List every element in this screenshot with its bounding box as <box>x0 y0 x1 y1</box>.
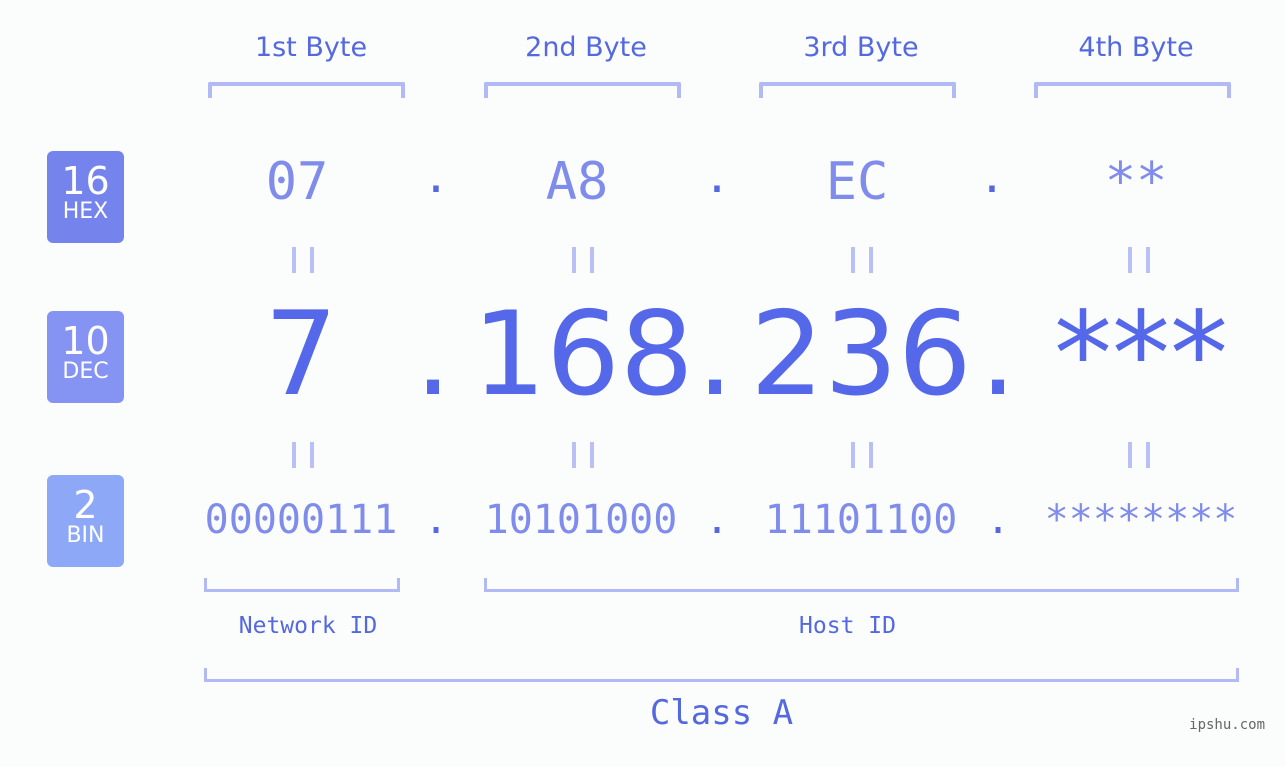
byte-label-1: 1st Byte <box>254 32 368 63</box>
watermark: ipshu.com <box>1189 717 1265 733</box>
bin-badge-base: 2 <box>73 483 98 527</box>
byte-bracket-4 <box>1034 82 1231 98</box>
class-label: Class A <box>649 693 794 733</box>
hex-separator-3: . <box>978 152 1006 203</box>
bin-byte-2: 10101000 <box>484 497 678 543</box>
equals-icon <box>851 247 873 273</box>
bin-separator-2: . <box>704 497 730 543</box>
bin-byte-3: 11101100 <box>764 497 958 543</box>
bin-byte-1: 00000111 <box>204 497 398 543</box>
byte-bracket-3 <box>759 82 956 98</box>
byte-bracket-2 <box>484 82 681 98</box>
byte-label-2: 2nd Byte <box>525 32 647 63</box>
dec-byte-4: *** <box>1054 287 1228 422</box>
dec-badge-base: 10 <box>61 319 110 363</box>
dec-badge: 10 DEC <box>47 311 124 403</box>
class-bracket <box>204 668 1239 682</box>
bin-badge-label: BIN <box>66 523 105 548</box>
host-id-bracket <box>484 578 1239 592</box>
hex-separator-1: . <box>422 152 450 203</box>
equals-icon <box>292 442 314 468</box>
bin-byte-4: ******** <box>1044 497 1238 543</box>
hex-badge: 16 HEX <box>47 151 124 243</box>
byte-label-3: 3rd Byte <box>803 32 919 63</box>
network-id-label: Network ID <box>238 613 378 639</box>
equals-icon <box>572 442 594 468</box>
equals-icon <box>292 247 314 273</box>
bin-badge: 2 BIN <box>47 475 124 567</box>
dec-separator-1: . <box>414 287 452 422</box>
equals-icon <box>1128 247 1150 273</box>
dec-byte-3: 236 <box>750 287 972 422</box>
hex-separator-2: . <box>703 152 731 203</box>
network-id-bracket <box>204 578 400 592</box>
equals-icon <box>851 442 873 468</box>
host-id-label: Host ID <box>799 613 896 639</box>
hex-byte-1: 07 <box>265 152 329 212</box>
byte-label-4: 4th Byte <box>1078 32 1194 63</box>
bin-separator-3: . <box>985 497 1011 543</box>
byte-bracket-1 <box>208 82 405 98</box>
dec-byte-2: 168 <box>472 287 694 422</box>
hex-badge-label: HEX <box>62 199 109 224</box>
hex-byte-4: ** <box>1104 152 1168 212</box>
hex-byte-3: EC <box>825 152 889 212</box>
dec-separator-2: . <box>696 287 734 422</box>
equals-icon <box>572 247 594 273</box>
equals-icon <box>1128 442 1150 468</box>
dec-badge-label: DEC <box>62 359 109 384</box>
dec-byte-1: 7 <box>264 287 338 422</box>
bin-separator-1: . <box>423 497 449 543</box>
hex-badge-base: 16 <box>61 159 110 203</box>
dec-separator-3: . <box>979 287 1017 422</box>
hex-byte-2: A8 <box>545 152 609 212</box>
